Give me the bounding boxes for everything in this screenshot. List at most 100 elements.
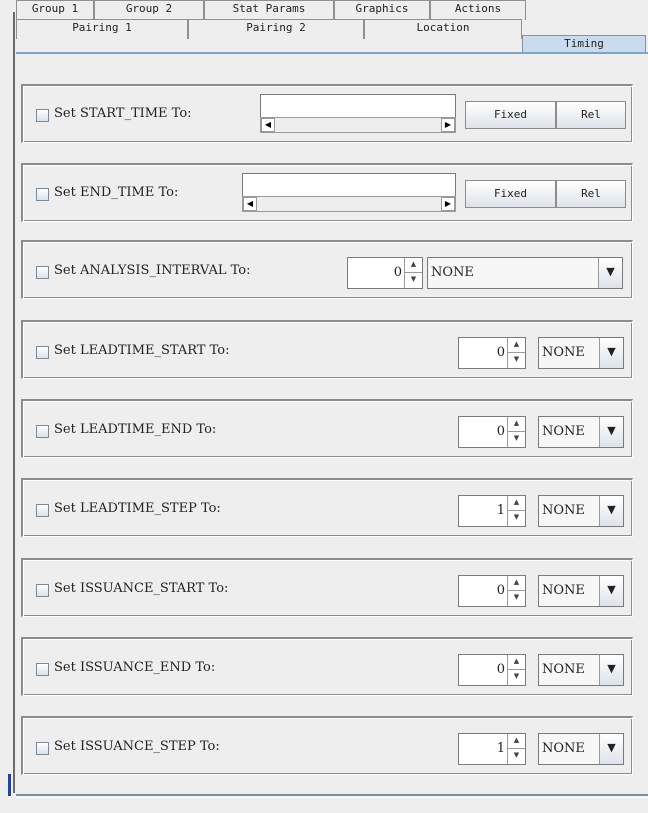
issuance-end-checkbox[interactable]: [36, 663, 49, 676]
analysis-interval-unit-select[interactable]: NONE ▼: [427, 257, 623, 289]
param-unit-value: NONE: [542, 662, 585, 677]
end-time-row: Set END_TIME To: ◀ ▶ Fixed Rel: [21, 163, 633, 222]
spin-up-icon[interactable]: ▲: [508, 576, 525, 591]
tab-graphics[interactable]: Graphics: [334, 0, 430, 20]
param-unit-value: NONE: [542, 424, 585, 439]
scroll-left-icon[interactable]: ◀: [261, 118, 275, 132]
tab-pairing-2[interactable]: Pairing 2: [188, 19, 364, 39]
panel-bottom-border: [16, 794, 648, 796]
dropdown-arrow-icon[interactable]: ▼: [599, 655, 623, 685]
dropdown-arrow-icon[interactable]: ▼: [599, 496, 623, 526]
start-time-field[interactable]: [260, 94, 456, 118]
tab-location[interactable]: Location: [364, 19, 522, 39]
issuance-step-spinner[interactable]: 1 ▲ ▼: [458, 733, 526, 765]
issuance-end-unit-select[interactable]: NONE ▼: [538, 654, 624, 686]
tab-actions[interactable]: Actions: [430, 0, 526, 20]
end-time-fixed-button[interactable]: Fixed: [465, 180, 556, 208]
param-value: 1: [496, 741, 505, 756]
param-unit-value: NONE: [542, 503, 585, 518]
start-time-label: Set START_TIME To:: [54, 106, 192, 121]
spin-down-icon[interactable]: ▼: [508, 749, 525, 764]
analysis-interval-checkbox[interactable]: [36, 266, 49, 279]
leadtime-end-checkbox[interactable]: [36, 425, 49, 438]
spin-down-icon[interactable]: ▼: [405, 273, 422, 288]
leadtime-step-spinner[interactable]: 1 ▲ ▼: [458, 495, 526, 527]
tab-strip: Group 1 Group 2 Stat Params Graphics Act…: [16, 0, 648, 56]
tab-pairing-1[interactable]: Pairing 1: [16, 19, 188, 39]
leadtime-end-spinner[interactable]: 0 ▲ ▼: [458, 416, 526, 448]
tab-group-2[interactable]: Group 2: [94, 0, 204, 20]
start-time-row: Set START_TIME To: ◀ ▶ Fixed Rel: [21, 84, 633, 143]
dropdown-arrow-icon[interactable]: ▼: [599, 734, 623, 764]
window-edge: [13, 12, 15, 793]
tab-stat-params[interactable]: Stat Params: [204, 0, 334, 20]
leadtime-start-spinner[interactable]: 0 ▲ ▼: [458, 337, 526, 369]
param-label: Set LEADTIME_START To:: [54, 343, 230, 358]
end-time-scrollbar[interactable]: ◀ ▶: [242, 196, 456, 212]
panel-bottom-highlight: [16, 797, 648, 798]
end-time-field[interactable]: [242, 173, 456, 197]
param-label: Set ISSUANCE_END To:: [54, 660, 216, 675]
spin-down-icon[interactable]: ▼: [508, 432, 525, 447]
issuance-start-checkbox[interactable]: [36, 584, 49, 597]
issuance-end-row: Set ISSUANCE_END To: 0 ▲ ▼ NONE ▼: [21, 637, 633, 696]
leadtime-step-checkbox[interactable]: [36, 504, 49, 517]
leadtime-end-unit-select[interactable]: NONE ▼: [538, 416, 624, 448]
param-value: 1: [496, 503, 505, 518]
issuance-end-spinner[interactable]: 0 ▲ ▼: [458, 654, 526, 686]
param-value: 0: [496, 345, 505, 360]
spin-down-icon[interactable]: ▼: [508, 353, 525, 368]
spinner-arrows: ▲ ▼: [507, 496, 525, 526]
spinner-arrows: ▲ ▼: [507, 338, 525, 368]
spin-down-icon[interactable]: ▼: [508, 591, 525, 606]
issuance-start-spinner[interactable]: 0 ▲ ▼: [458, 575, 526, 607]
leadtime-step-unit-select[interactable]: NONE ▼: [538, 495, 624, 527]
issuance-step-checkbox[interactable]: [36, 742, 49, 755]
param-label: Set ISSUANCE_START To:: [54, 581, 229, 596]
param-value: 0: [496, 662, 505, 677]
spin-up-icon[interactable]: ▲: [508, 338, 525, 353]
analysis-interval-spinner[interactable]: 0 ▲ ▼: [347, 257, 423, 289]
spin-down-icon[interactable]: ▼: [508, 511, 525, 526]
spin-up-icon[interactable]: ▲: [508, 655, 525, 670]
param-value: 0: [496, 424, 505, 439]
leadtime-start-unit-select[interactable]: NONE ▼: [538, 337, 624, 369]
start-time-rel-button[interactable]: Rel: [556, 101, 626, 129]
spin-up-icon[interactable]: ▲: [508, 417, 525, 432]
tab-timing[interactable]: Timing: [522, 35, 646, 53]
spin-up-icon[interactable]: ▲: [405, 258, 422, 273]
tab-group-1[interactable]: Group 1: [16, 0, 94, 20]
scroll-right-icon[interactable]: ▶: [441, 197, 455, 211]
scroll-left-icon[interactable]: ◀: [243, 197, 257, 211]
dropdown-arrow-icon[interactable]: ▼: [599, 417, 623, 447]
start-time-checkbox[interactable]: [36, 109, 49, 122]
spin-up-icon[interactable]: ▲: [508, 734, 525, 749]
dropdown-arrow-icon[interactable]: ▼: [599, 338, 623, 368]
param-unit-value: NONE: [542, 345, 585, 360]
start-time-fixed-button[interactable]: Fixed: [465, 101, 556, 129]
end-time-rel-button[interactable]: Rel: [556, 180, 626, 208]
dropdown-arrow-icon[interactable]: ▼: [598, 258, 622, 288]
param-unit-value: NONE: [542, 741, 585, 756]
window-edge-accent: [8, 774, 11, 796]
end-time-checkbox[interactable]: [36, 188, 49, 201]
param-unit-value: NONE: [542, 583, 585, 598]
end-time-label: Set END_TIME To:: [54, 185, 179, 200]
spin-up-icon[interactable]: ▲: [508, 496, 525, 511]
dropdown-arrow-icon[interactable]: ▼: [599, 576, 623, 606]
spin-down-icon[interactable]: ▼: [508, 670, 525, 685]
leadtime-start-checkbox[interactable]: [36, 346, 49, 359]
analysis-interval-row: Set ANALYSIS_INTERVAL To: 0 ▲ ▼ NONE ▼: [21, 240, 633, 299]
issuance-step-unit-select[interactable]: NONE ▼: [538, 733, 624, 765]
spinner-arrows: ▲ ▼: [507, 417, 525, 447]
leadtime-end-row: Set LEADTIME_END To: 0 ▲ ▼ NONE ▼: [21, 399, 633, 458]
analysis-interval-value: 0: [393, 265, 402, 280]
param-label: Set LEADTIME_END To:: [54, 422, 217, 437]
analysis-interval-unit-value: NONE: [431, 265, 474, 280]
issuance-start-unit-select[interactable]: NONE ▼: [538, 575, 624, 607]
leadtime-step-row: Set LEADTIME_STEP To: 1 ▲ ▼ NONE ▼: [21, 478, 633, 537]
start-time-scrollbar[interactable]: ◀ ▶: [260, 117, 456, 133]
issuance-step-row: Set ISSUANCE_STEP To: 1 ▲ ▼ NONE ▼: [21, 716, 633, 775]
param-value: 0: [496, 583, 505, 598]
scroll-right-icon[interactable]: ▶: [441, 118, 455, 132]
